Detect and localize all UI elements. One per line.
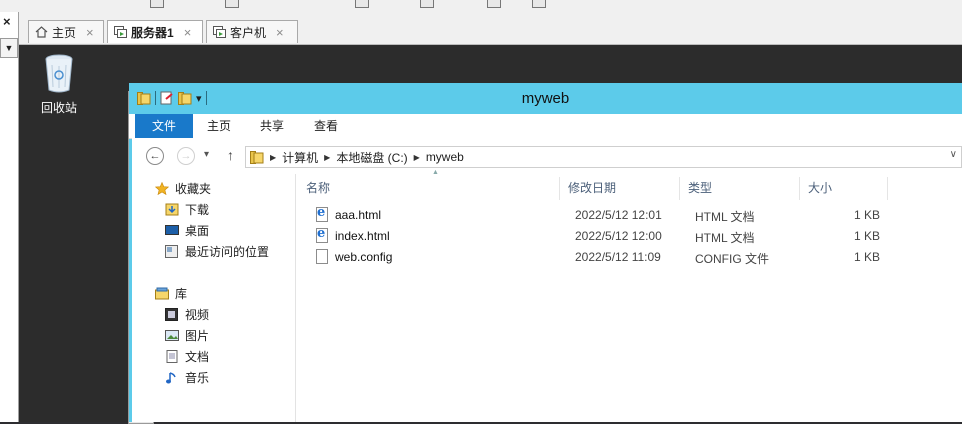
nav-recent-places[interactable]: 最近访问的位置 bbox=[165, 243, 269, 260]
tab-home-ribbon[interactable]: 主页 bbox=[199, 114, 239, 138]
home-icon bbox=[35, 26, 48, 38]
file-name: web.config bbox=[335, 250, 393, 264]
navigation-pane: 收藏夹 下载 桌面 最近访问的位置 库 视频 图片 文档 音乐 bbox=[132, 174, 296, 422]
recycle-bin[interactable]: 回收站 bbox=[37, 53, 81, 116]
tab-view[interactable]: 查看 bbox=[306, 114, 346, 138]
nav-downloads[interactable]: 下载 bbox=[165, 201, 209, 218]
navigation-bar: ← → ▾ ↑ ▶ 计算机 ▶ 本地磁盘 (C:) ▶ myweb ∨ bbox=[132, 138, 962, 174]
column-modified[interactable]: 修改日期 bbox=[560, 177, 680, 200]
breadcrumb-local-disk[interactable]: 本地磁盘 (C:) bbox=[336, 149, 407, 166]
tab-server1[interactable]: 服务器1 × bbox=[107, 20, 203, 43]
nav-label: 下载 bbox=[185, 203, 210, 217]
file-name: index.html bbox=[335, 229, 390, 243]
vm-icon bbox=[114, 26, 127, 38]
file-size: 1 KB bbox=[854, 250, 881, 264]
tab-file[interactable]: 文件 bbox=[135, 114, 193, 138]
breadcrumb-arrow-icon[interactable]: ▶ bbox=[414, 153, 420, 162]
breadcrumb-computer[interactable]: 计算机 bbox=[282, 149, 318, 166]
nav-documents[interactable]: 文档 bbox=[165, 348, 209, 365]
nav-pictures[interactable]: 图片 bbox=[165, 327, 209, 344]
file-name: aaa.html bbox=[335, 208, 382, 222]
file-row[interactable]: aaa.html 2022/5/12 12:01 HTML 文档 1 KB bbox=[296, 205, 896, 226]
library-icon bbox=[155, 287, 169, 300]
video-icon bbox=[165, 308, 179, 321]
tab-label: 服务器1 bbox=[131, 25, 174, 40]
nav-label: 最近访问的位置 bbox=[185, 245, 270, 259]
desktop-icon bbox=[165, 224, 179, 237]
breadcrumb-myweb[interactable]: myweb bbox=[426, 150, 464, 164]
nav-label: 文档 bbox=[185, 350, 210, 364]
toolbar-button[interactable] bbox=[225, 0, 239, 8]
nav-label: 库 bbox=[175, 287, 188, 301]
file-date: 2022/5/12 12:00 bbox=[575, 229, 662, 243]
tab-home[interactable]: 主页 × bbox=[28, 20, 104, 43]
title-bar[interactable]: ▾ myweb bbox=[129, 83, 962, 114]
nav-label: 音乐 bbox=[185, 371, 210, 385]
picture-icon bbox=[165, 329, 179, 342]
file-size: 1 KB bbox=[854, 208, 881, 222]
toolbar-button[interactable] bbox=[487, 0, 501, 8]
nav-videos[interactable]: 视频 bbox=[165, 306, 209, 323]
recent-places-icon bbox=[165, 245, 179, 258]
nav-label: 收藏夹 bbox=[175, 182, 212, 196]
up-button[interactable]: ↑ bbox=[227, 147, 234, 163]
column-name[interactable]: 名称 bbox=[298, 177, 560, 200]
recent-locations-icon[interactable]: ▾ bbox=[204, 149, 209, 160]
document-icon bbox=[165, 350, 179, 363]
vm-tab-bar: 主页 × 服务器1 × 客户机 × bbox=[19, 12, 962, 45]
breadcrumb-arrow-icon[interactable]: ▶ bbox=[324, 153, 330, 162]
tab-label: 主页 bbox=[52, 25, 77, 40]
sort-ascending-icon: ▲ bbox=[432, 169, 439, 176]
tab-share[interactable]: 共享 bbox=[252, 114, 292, 138]
toolbar-button[interactable] bbox=[355, 0, 369, 8]
column-size[interactable]: 大小 bbox=[800, 177, 888, 200]
breadcrumb-arrow-icon[interactable]: ▶ bbox=[270, 153, 276, 162]
nav-label: 桌面 bbox=[185, 224, 210, 238]
nav-libraries[interactable]: 库 bbox=[155, 285, 187, 302]
nav-label: 视频 bbox=[185, 308, 210, 322]
window-title: myweb bbox=[521, 90, 570, 107]
address-dropdown-icon[interactable]: ∨ bbox=[950, 149, 957, 160]
back-button[interactable]: ← bbox=[146, 147, 164, 165]
panel-dropdown[interactable]: ▼ bbox=[0, 38, 18, 58]
recycle-bin-icon bbox=[44, 53, 74, 93]
file-type: HTML 文档 bbox=[695, 210, 755, 224]
file-list: ▲ 名称 修改日期 类型 大小 aaa.html 2022/5/12 12:01… bbox=[296, 169, 962, 422]
nav-desktop[interactable]: 桌面 bbox=[165, 222, 209, 239]
file-date: 2022/5/12 12:01 bbox=[575, 208, 662, 222]
file-row[interactable]: index.html 2022/5/12 12:00 HTML 文档 1 KB bbox=[296, 226, 896, 247]
file-type: HTML 文档 bbox=[695, 231, 755, 245]
tab-close-icon[interactable]: × bbox=[86, 25, 94, 40]
nav-music[interactable]: 音乐 bbox=[165, 369, 209, 386]
config-file-icon bbox=[316, 249, 328, 264]
tab-close-icon[interactable]: × bbox=[276, 25, 284, 40]
ribbon-tabs: 文件 主页 共享 查看 bbox=[129, 114, 962, 139]
host-library-panel: × ▼ bbox=[0, 12, 19, 422]
tab-close-icon[interactable]: × bbox=[184, 25, 192, 40]
toolbar-button[interactable] bbox=[532, 0, 546, 8]
file-type: CONFIG 文件 bbox=[695, 252, 769, 266]
vm-icon bbox=[213, 26, 226, 38]
toolbar-button[interactable] bbox=[420, 0, 434, 8]
html-file-icon bbox=[316, 205, 328, 222]
star-icon bbox=[154, 181, 170, 196]
tab-client[interactable]: 客户机 × bbox=[206, 20, 298, 43]
file-row[interactable]: web.config 2022/5/12 11:09 CONFIG 文件 1 K… bbox=[296, 247, 896, 268]
music-icon bbox=[165, 371, 179, 384]
forward-button[interactable]: → bbox=[177, 147, 195, 165]
file-size: 1 KB bbox=[854, 229, 881, 243]
nav-favorites[interactable]: 收藏夹 bbox=[154, 180, 212, 197]
panel-close-icon[interactable]: × bbox=[3, 14, 11, 29]
html-file-icon bbox=[316, 226, 328, 243]
address-bar[interactable]: ▶ 计算机 ▶ 本地磁盘 (C:) ▶ myweb ∨ bbox=[245, 146, 962, 168]
file-date: 2022/5/12 11:09 bbox=[575, 250, 661, 264]
downloads-icon bbox=[165, 203, 179, 216]
recycle-bin-label: 回收站 bbox=[40, 101, 77, 115]
explorer-window: ▾ myweb 文件 主页 共享 查看 ← → ▾ ↑ ▶ 计算机 ▶ 本地磁盘… bbox=[129, 83, 962, 422]
column-type[interactable]: 类型 bbox=[680, 177, 800, 200]
nav-label: 图片 bbox=[185, 329, 210, 343]
toolbar-button[interactable] bbox=[150, 0, 164, 8]
folder-icon bbox=[250, 150, 264, 164]
tab-label: 客户机 bbox=[230, 25, 267, 40]
